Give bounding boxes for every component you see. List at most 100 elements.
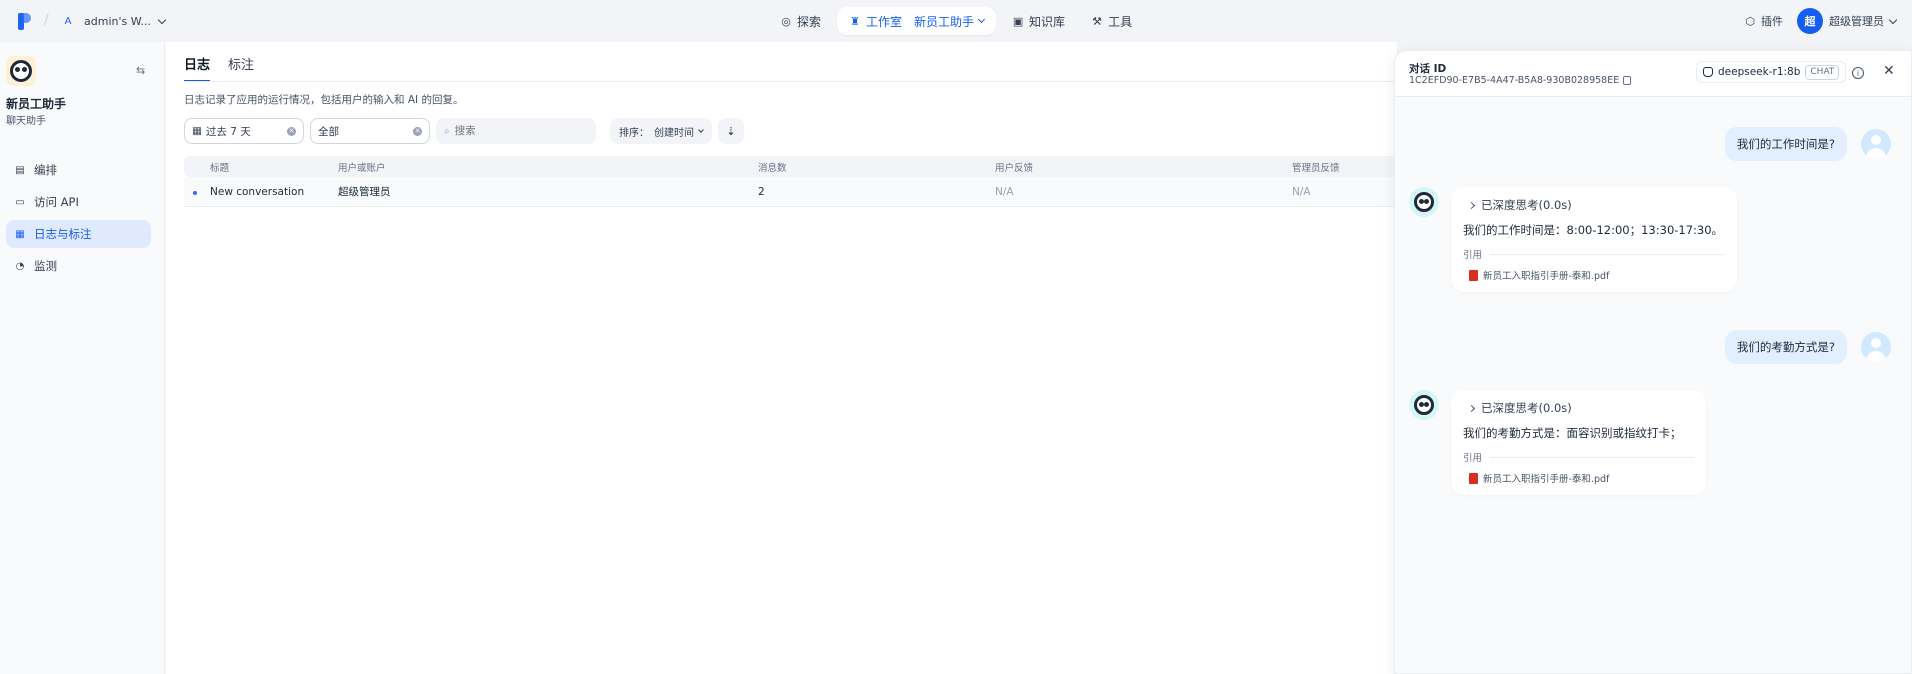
citation-file-name: 新员工入职指引手册-泰和.pdf	[1483, 271, 1610, 282]
compass-icon: ◎	[781, 14, 791, 28]
sidebar-menu: ▤ 编排 ▭ 访问 API ▦ 日志与标注 ◔ 监测	[6, 156, 151, 284]
user-message: 我们的工作时间是?	[1724, 127, 1891, 161]
model-name: deepseek-r1:8b	[1718, 66, 1801, 78]
collapse-sidebar-icon[interactable]: ⇆	[136, 64, 148, 77]
status-select[interactable]: 全部 ✕	[310, 118, 430, 144]
chevron-down-icon	[978, 15, 986, 24]
sort-select[interactable]: 排序： 创建时间	[610, 118, 712, 144]
tab-annotations[interactable]: 标注	[228, 54, 254, 78]
app-name: 新员工助手	[6, 97, 67, 111]
divider	[1490, 253, 1725, 255]
info-icon[interactable]: i	[1852, 67, 1864, 79]
sort-value: 创建时间	[654, 127, 694, 139]
sidebar-item-logs[interactable]: ▦ 日志与标注	[6, 220, 151, 248]
pdf-icon	[1469, 472, 1478, 484]
gauge-icon: ◔	[15, 260, 25, 272]
user-menu[interactable]: 超 超级管理员	[1797, 8, 1898, 34]
bear-icon	[10, 60, 32, 82]
divider	[1490, 456, 1694, 458]
top-right-actions: ⬡ 插件 超 超级管理员	[1745, 7, 1898, 35]
nav-tools[interactable]: ⚒ 工具	[1081, 7, 1142, 35]
search-box: ⌕	[436, 118, 596, 144]
divider	[184, 81, 1397, 82]
period-value-wrap: ▦ 过去 7 天	[192, 124, 251, 139]
model-info[interactable]: deepseek-r1:8b CHAT	[1696, 61, 1847, 83]
search-icon: ⌕	[444, 125, 450, 137]
thinking-toggle[interactable]: 已深度思考(0.0s)	[1463, 400, 1694, 416]
app-type: 聊天助手	[6, 116, 46, 127]
nav-studio[interactable]: ♜ 工作室	[849, 13, 902, 30]
unread-dot	[193, 190, 197, 195]
citation-header: 引用	[1463, 247, 1725, 261]
nav-explore[interactable]: ◎ 探索	[770, 7, 831, 35]
plugins-button[interactable]: ⬡ 插件	[1745, 13, 1783, 29]
sort-desc-icon: ⇣	[726, 124, 736, 138]
chevron-right-icon	[1467, 201, 1476, 209]
cell-user-feedback: N/A	[995, 185, 1014, 198]
separator: /	[44, 12, 49, 28]
sidebar-item-api[interactable]: ▭ 访问 API	[6, 188, 151, 216]
model-mode-badge: CHAT	[1805, 64, 1840, 80]
app-sidebar: ⇆ 新员工助手 聊天助手 ▤ 编排 ▭ 访问 API ▦ 日志与标注 ◔ 监测	[0, 42, 165, 674]
clear-icon[interactable]: ✕	[413, 126, 422, 136]
citation-header: 引用	[1463, 450, 1694, 464]
calendar-icon: ▦	[192, 125, 202, 137]
sidebar-item-orchestrate[interactable]: ▤ 编排	[6, 156, 151, 184]
nav-tools-label: 工具	[1108, 14, 1133, 29]
nav-knowledge[interactable]: ▣ 知识库	[1002, 7, 1075, 35]
search-input[interactable]	[454, 125, 575, 137]
user-message-bubble: 我们的考勤方式是?	[1724, 330, 1847, 364]
filter-bar: ▦ 过去 7 天 ✕ 全部 ✕ ⌕ 排序： 创建时间 ⇣	[184, 118, 744, 144]
chevron-down-icon	[1888, 15, 1898, 24]
thinking-toggle[interactable]: 已深度思考(0.0s)	[1463, 197, 1725, 213]
book-icon: ▣	[1012, 14, 1024, 28]
conversation-id-row: 1C2EFD90-E7B5-4A47-B5A8-930B028958EE	[1409, 75, 1632, 86]
conversation-id-label: 对话 ID	[1409, 63, 1447, 75]
robot-icon: ♜	[850, 14, 860, 28]
app-logo[interactable]	[18, 13, 34, 30]
thinking-label: 已深度思考(0.0s)	[1481, 198, 1572, 212]
copy-icon[interactable]	[1623, 76, 1632, 85]
nav-knowledge-label: 知识库	[1029, 14, 1066, 29]
citation-label: 引用	[1463, 250, 1483, 261]
table-row[interactable]: New conversation 超级管理员 2 N/A N/A	[184, 177, 1397, 207]
sidebar-item-monitor[interactable]: ◔ 监测	[6, 252, 151, 280]
close-icon[interactable]: ✕	[1883, 63, 1895, 79]
citation-label: 引用	[1463, 453, 1483, 464]
citation-file[interactable]: 新员工入职指引手册-泰和.pdf	[1463, 471, 1694, 485]
cell-messages: 2	[758, 185, 765, 198]
answer-text: 我们的考勤方式是：面容识别或指纹打卡；	[1463, 426, 1682, 440]
sort-order-button[interactable]: ⇣	[718, 118, 744, 144]
citation-file[interactable]: 新员工入职指引手册-泰和.pdf	[1463, 268, 1725, 282]
drawer-header: 对话 ID 1C2EFD90-E7B5-4A47-B5A8-930B028958…	[1395, 51, 1911, 97]
answer-text: 我们的工作时间是：8:00-12:00；13:30-17:30。	[1463, 223, 1724, 237]
sidebar-item-label: 访问 API	[34, 195, 79, 209]
cell-admin-feedback: N/A	[1292, 185, 1311, 198]
user-avatar	[1861, 332, 1891, 362]
clear-icon[interactable]: ✕	[287, 126, 296, 136]
bear-icon	[1414, 192, 1434, 212]
model-icon	[1703, 67, 1713, 77]
period-select[interactable]: ▦ 过去 7 天 ✕	[184, 118, 304, 144]
conversation-id: 1C2EFD90-E7B5-4A47-B5A8-930B028958EE	[1409, 75, 1620, 86]
sort-label: 排序：	[619, 127, 649, 139]
tab-logs[interactable]: 日志	[184, 54, 211, 82]
current-app-switcher[interactable]: 新员工助手	[914, 13, 986, 30]
citation-file-name: 新员工入职指引手册-泰和.pdf	[1483, 474, 1610, 485]
terminal-icon: ▭	[15, 196, 25, 208]
assistant-message-bubble: 已深度思考(0.0s) 我们的考勤方式是：面容识别或指纹打卡； 引用 新员工入职…	[1451, 390, 1706, 495]
nav-studio-group: ♜ 工作室 新员工助手	[837, 7, 997, 35]
user-avatar	[1861, 129, 1891, 159]
file-text-icon: ▦	[15, 228, 25, 240]
nav-explore-label: 探索	[797, 14, 822, 29]
conversation-detail-drawer: 对话 ID 1C2EFD90-E7B5-4A47-B5A8-930B028958…	[1394, 50, 1912, 674]
workspace-switcher[interactable]: A admin's W...	[60, 9, 167, 33]
avatar: 超	[1797, 8, 1823, 34]
cell-user: 超级管理员	[338, 186, 391, 198]
chevron-down-icon	[698, 126, 704, 133]
chevron-down-icon	[157, 15, 167, 24]
header-admin-feedback: 管理员反馈	[1292, 162, 1340, 174]
sidebar-item-label: 监测	[34, 259, 57, 273]
current-app-label: 新员工助手	[914, 14, 975, 29]
assistant-avatar	[1409, 390, 1439, 420]
